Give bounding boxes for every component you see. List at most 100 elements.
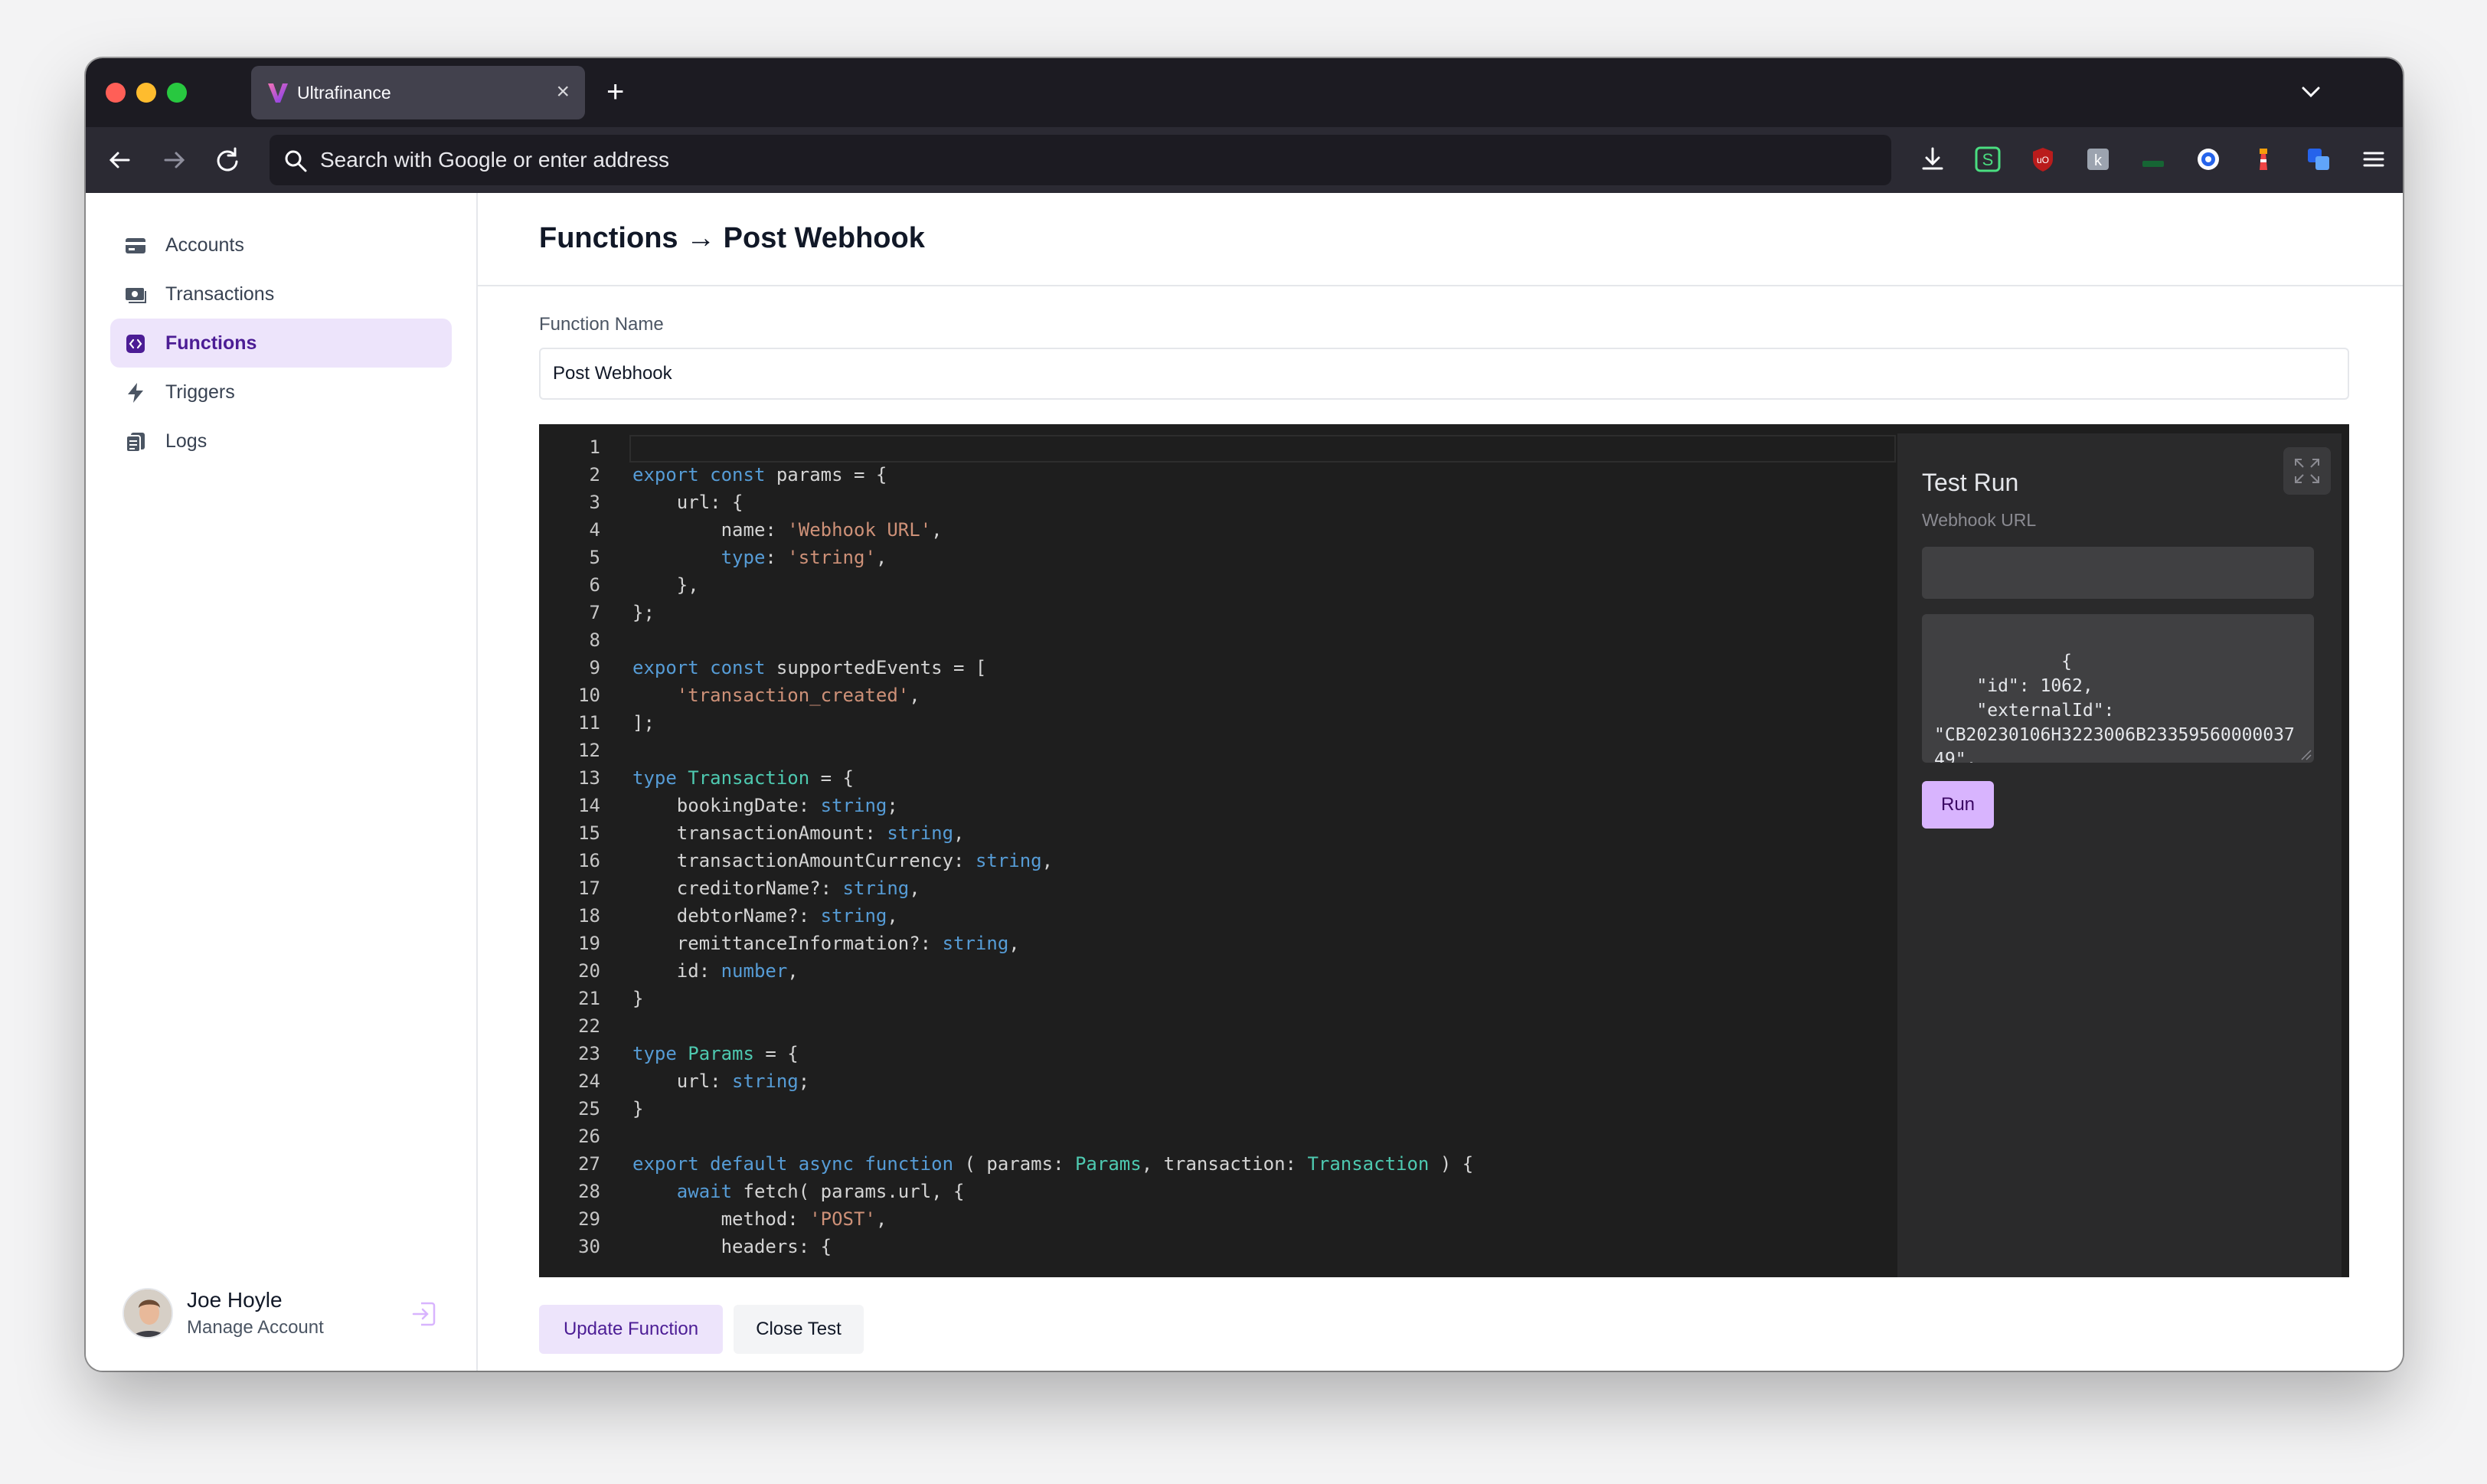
user-menu[interactable]: Joe Hoyle Manage Account (123, 1285, 459, 1346)
line-number: 11 (578, 712, 600, 734)
line-number: 8 (589, 629, 600, 651)
k-extension-icon[interactable]: k (2083, 144, 2113, 175)
code-token: , (931, 519, 943, 541)
code-token: export const (632, 657, 776, 678)
navigation-bar: S uO k (86, 127, 2403, 193)
code-token: number (721, 960, 788, 982)
ublock-icon[interactable]: uO (2028, 144, 2058, 175)
logout-icon[interactable] (407, 1297, 441, 1331)
code-token: , (1041, 850, 1054, 871)
update-function-button[interactable]: Update Function (539, 1305, 723, 1354)
code-token: } (632, 1098, 644, 1120)
code-token: , (887, 905, 898, 927)
tab-bar: Ultrafinance × + (86, 58, 2403, 127)
cash-icon (126, 288, 146, 303)
code-editor[interactable]: 1 2 3 4 5 6 7 8 9 10 11 12 13 14 15 16 17 18 19 20 21 22 23 24 2… (539, 424, 2349, 1277)
line-number: 10 (578, 685, 600, 706)
webhook-url-input[interactable] (1922, 547, 2314, 599)
address-input[interactable] (320, 141, 1851, 179)
line-number: 30 (578, 1236, 600, 1257)
tab-close-icon[interactable]: × (556, 78, 570, 106)
code-line: await fetch( params.url, { (632, 1178, 1858, 1205)
code-content[interactable]: export const params = { url: { name: 'We… (629, 433, 1896, 1260)
webhook-url-label: Webhook URL (1922, 510, 2037, 530)
test-run-title: Test Run (1922, 469, 2019, 496)
code-line: }; (632, 599, 1858, 626)
download-icon[interactable] (1917, 144, 1948, 175)
code-token: } (632, 988, 644, 1009)
test-run-panel: Test Run Webhook URL { "id": 1062, "exte… (1897, 433, 2342, 1277)
code-token: , (875, 547, 887, 568)
app-root: Accounts Transactions Functions Triggers… (86, 193, 2403, 1371)
menu-icon[interactable] (2358, 144, 2389, 175)
code-line (629, 433, 1896, 463)
code-line: export default async function ( params: … (632, 1150, 1858, 1178)
code-line: url: { (632, 489, 1858, 516)
code-line: creditorName?: string, (632, 874, 1858, 902)
close-window-button[interactable] (106, 83, 126, 103)
green-extension-icon[interactable] (2138, 144, 2168, 175)
code-line: export const params = { (632, 461, 1858, 489)
code-token: : (765, 547, 788, 568)
svg-text:S: S (1982, 150, 1994, 169)
translate-extension-icon[interactable] (2303, 144, 2334, 175)
code-token: ) { (1429, 1153, 1474, 1175)
line-number: 1 (589, 436, 600, 458)
expand-icon[interactable] (2283, 447, 2331, 495)
code-token: transactionAmount: (632, 822, 887, 844)
code-token: , transaction: (1141, 1153, 1308, 1175)
line-number: 4 (589, 519, 600, 541)
line-number: 28 (578, 1181, 600, 1202)
zoom-window-button[interactable] (167, 83, 187, 103)
code-line: method: 'POST', (632, 1205, 1858, 1233)
code-token: type (632, 1043, 688, 1064)
main-content: Functions → Post Webhook Function Name 1… (478, 193, 2403, 1371)
browser-tab[interactable]: Ultrafinance × (251, 66, 585, 119)
sidebar-item-transactions[interactable]: Transactions (110, 270, 452, 319)
code-token: , (787, 960, 799, 982)
code-token: ]; (632, 712, 655, 734)
line-number: 19 (578, 933, 600, 954)
code-token: url: { (632, 492, 743, 513)
line-number: 3 (589, 492, 600, 513)
resize-grip-icon[interactable] (2297, 746, 2312, 761)
code-token: 'Webhook URL' (787, 519, 932, 541)
code-token: await (676, 1181, 743, 1202)
line-number: 17 (578, 878, 600, 899)
minimize-window-button[interactable] (136, 83, 156, 103)
address-bar[interactable] (270, 135, 1891, 185)
new-tab-button[interactable]: + (606, 74, 624, 110)
page-title: Functions → Post Webhook (539, 222, 925, 254)
code-token: supportedEvents = [ (776, 657, 987, 678)
reload-icon[interactable] (208, 141, 247, 179)
back-icon[interactable] (101, 141, 139, 179)
code-line: remittanceInformation?: string, (632, 930, 1858, 957)
close-test-button[interactable]: Close Test (734, 1305, 864, 1354)
code-line: ]; (632, 709, 1858, 737)
function-name-input[interactable] (539, 348, 2349, 400)
test-payload-textarea[interactable]: { "id": 1062, "externalId": "CB20230106H… (1922, 614, 2314, 763)
sidebar-item-logs[interactable]: Logs (110, 417, 452, 466)
code-line: type: 'string', (632, 544, 1858, 571)
code-line: debtorName?: string, (632, 902, 1858, 930)
lighthouse-extension-icon[interactable] (2248, 144, 2279, 175)
forward-icon[interactable] (155, 141, 193, 179)
line-numbers: 1 2 3 4 5 6 7 8 9 10 11 12 13 14 15 16 17 18 19 20 21 22 23 24 2… (539, 433, 600, 1260)
sidebar-item-functions[interactable]: Functions (110, 319, 452, 368)
user-photo (124, 1290, 172, 1337)
code-token: string (820, 905, 887, 927)
line-number: 21 (578, 988, 600, 1009)
chevron-down-icon[interactable] (2296, 77, 2326, 107)
bolt-icon (128, 383, 143, 403)
code-line: url: string; (632, 1067, 1858, 1095)
run-button[interactable]: Run (1922, 781, 1994, 829)
globe-extension-icon[interactable] (2193, 144, 2224, 175)
manage-account-link[interactable]: Manage Account (187, 1317, 324, 1339)
line-number: 20 (578, 960, 600, 982)
code-token: = { (809, 767, 854, 789)
s-extension-icon[interactable]: S (1972, 144, 2003, 175)
sidebar-item-triggers[interactable]: Triggers (110, 368, 452, 417)
user-name: Joe Hoyle (187, 1288, 283, 1312)
sidebar-item-accounts[interactable]: Accounts (110, 221, 452, 270)
